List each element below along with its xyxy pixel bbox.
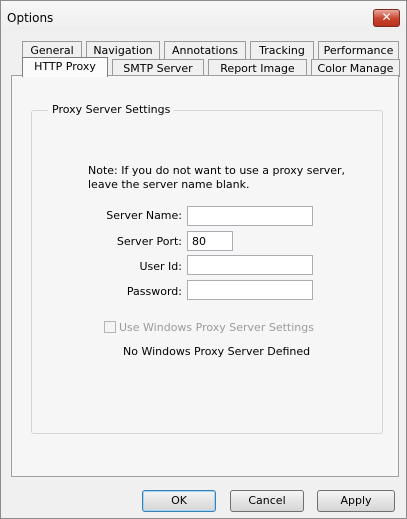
tab-label: Performance	[323, 44, 394, 57]
title-bar[interactable]: Options ✕	[1, 1, 406, 31]
password-input[interactable]	[187, 280, 313, 300]
tab-tracking[interactable]: Tracking	[250, 41, 314, 59]
tab-label: Report Image	[220, 62, 295, 75]
server-name-label: Server Name:	[106, 209, 182, 222]
tab-label: Annotations	[171, 44, 239, 57]
use-windows-proxy-checkbox[interactable]	[104, 321, 116, 333]
note-line-1: Note: If you do not want to use a proxy …	[88, 164, 346, 177]
server-name-input[interactable]	[187, 206, 313, 226]
tab-label: HTTP Proxy	[34, 60, 96, 73]
password-label: Password:	[126, 285, 182, 298]
user-id-input[interactable]	[187, 255, 313, 275]
note-line-2: leave the server name blank.	[88, 178, 250, 191]
no-windows-proxy-text: No Windows Proxy Server Defined	[123, 345, 311, 358]
cancel-button[interactable]: Cancel	[230, 490, 304, 512]
tab-performance[interactable]: Performance	[318, 41, 399, 59]
tab-http-proxy[interactable]: HTTP Proxy	[22, 57, 108, 77]
tab-annotations[interactable]: Annotations	[164, 41, 246, 59]
user-id-label: User Id:	[139, 260, 182, 273]
apply-label: Apply	[340, 494, 372, 507]
options-dialog: Options ✕ General Navigation Annotations…	[0, 0, 407, 519]
ok-label: OK	[171, 494, 187, 507]
server-port-input[interactable]	[187, 231, 233, 251]
tab-label: General	[30, 44, 74, 57]
tab-label: Navigation	[93, 44, 153, 57]
cancel-label: Cancel	[248, 494, 286, 507]
group-title: Proxy Server Settings	[48, 103, 175, 116]
close-icon: ✕	[381, 10, 392, 24]
close-button[interactable]: ✕	[373, 9, 400, 27]
apply-button[interactable]: Apply	[317, 490, 395, 512]
server-port-label: Server Port:	[116, 235, 182, 248]
tab-label: Tracking	[259, 44, 305, 57]
use-windows-proxy-label: Use Windows Proxy Server Settings	[119, 321, 314, 334]
ok-button[interactable]: OK	[142, 490, 216, 512]
tab-label: Color Manage	[317, 62, 394, 75]
window-title: Options	[7, 11, 54, 25]
tab-label: SMTP Server	[123, 62, 193, 75]
